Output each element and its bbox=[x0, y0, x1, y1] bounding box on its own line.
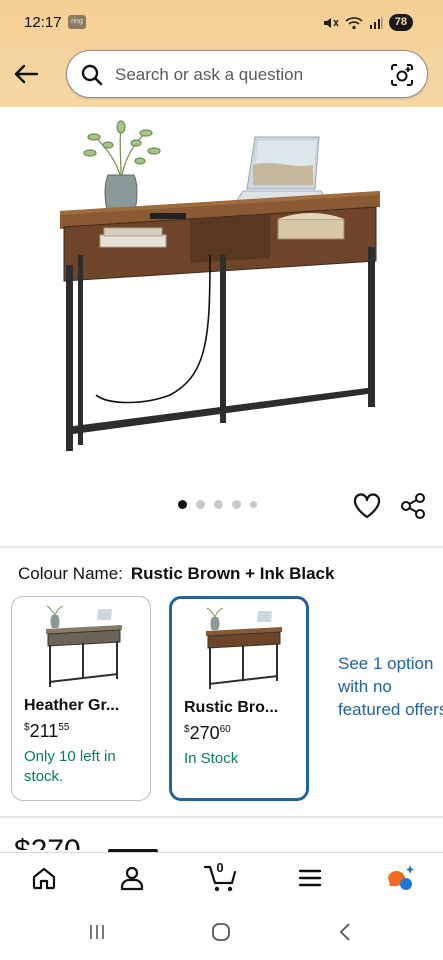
search-icon bbox=[81, 64, 103, 86]
recent-apps-icon bbox=[90, 925, 104, 939]
status-time: 12:17 bbox=[24, 14, 62, 31]
variant-name: Rustic Bro... bbox=[184, 699, 279, 716]
battery-indicator: 78 bbox=[388, 14, 413, 31]
product-image[interactable] bbox=[50, 115, 395, 465]
signal-icon bbox=[369, 16, 383, 29]
section-divider bbox=[0, 546, 443, 548]
back-button[interactable] bbox=[10, 58, 42, 90]
wishlist-button[interactable] bbox=[352, 491, 382, 521]
price-peek: $270 bbox=[14, 836, 81, 850]
variant-price: $21155 bbox=[24, 721, 70, 741]
camera-scan-icon[interactable] bbox=[389, 62, 415, 88]
carousel-dot[interactable] bbox=[250, 501, 257, 508]
arrow-left-icon bbox=[14, 64, 39, 84]
carousel-dot[interactable] bbox=[232, 500, 241, 509]
ai-assistant-icon bbox=[388, 865, 414, 890]
person-icon bbox=[120, 866, 144, 891]
recent-apps-button[interactable] bbox=[85, 920, 109, 944]
chevron-left-icon bbox=[339, 923, 350, 941]
home-circle-icon bbox=[212, 923, 230, 941]
home-icon bbox=[32, 867, 56, 890]
variant-name: Heather Gr... bbox=[24, 697, 120, 714]
variant-thumbnail bbox=[206, 607, 282, 689]
laptop-decor bbox=[234, 136, 330, 204]
nav-cart[interactable]: 0 bbox=[200, 860, 240, 895]
heart-icon bbox=[353, 493, 381, 519]
colour-label: Colour Name: bbox=[18, 564, 123, 583]
nav-ai-assistant[interactable] bbox=[380, 861, 420, 895]
status-bar: 12:17 ring 78 bbox=[0, 0, 443, 46]
vase-decor bbox=[83, 120, 161, 217]
wifi-icon bbox=[345, 16, 363, 29]
image-carousel-dots[interactable] bbox=[178, 500, 257, 509]
nav-home[interactable] bbox=[24, 861, 64, 895]
stock-status: In Stock bbox=[184, 750, 239, 767]
system-nav-bar bbox=[0, 902, 443, 960]
share-icon bbox=[401, 493, 425, 519]
app-header: 12:17 ring 78 Search or ask a question bbox=[0, 0, 443, 107]
search-input[interactable]: Search or ask a question bbox=[115, 65, 303, 85]
back-system-button[interactable] bbox=[333, 920, 357, 944]
nav-menu[interactable] bbox=[290, 861, 330, 895]
search-bar[interactable]: Search or ask a question bbox=[66, 50, 428, 98]
variant-card-heather-grey[interactable]: Heather Gr... $21155 Only 10 left in sto… bbox=[11, 596, 151, 801]
colour-name-row: Colour Name: Rustic Brown + Ink Black bbox=[18, 564, 334, 584]
see-options-link[interactable]: See 1 option with no featured offers bbox=[338, 652, 443, 721]
bottom-nav: 0 bbox=[0, 852, 443, 902]
carousel-dot[interactable] bbox=[178, 500, 187, 509]
status-icons: 78 bbox=[323, 14, 413, 31]
cart-count: 0 bbox=[216, 860, 224, 875]
variant-thumbnail bbox=[46, 605, 122, 687]
mute-icon bbox=[323, 17, 339, 28]
variant-price: $27060 bbox=[184, 723, 231, 743]
home-system-button[interactable] bbox=[209, 920, 233, 944]
carousel-dot[interactable] bbox=[214, 500, 223, 509]
variant-card-rustic-brown[interactable]: Rustic Bro... $27060 In Stock bbox=[169, 596, 309, 801]
section-divider bbox=[0, 816, 443, 818]
share-button[interactable] bbox=[398, 491, 428, 521]
ring-badge: ring bbox=[68, 15, 86, 29]
colour-value: Rustic Brown + Ink Black bbox=[130, 564, 335, 583]
menu-icon bbox=[298, 869, 322, 887]
carousel-dot[interactable] bbox=[196, 500, 205, 509]
nav-account[interactable] bbox=[112, 861, 152, 895]
stock-status: Only 10 left in stock. bbox=[24, 748, 116, 785]
